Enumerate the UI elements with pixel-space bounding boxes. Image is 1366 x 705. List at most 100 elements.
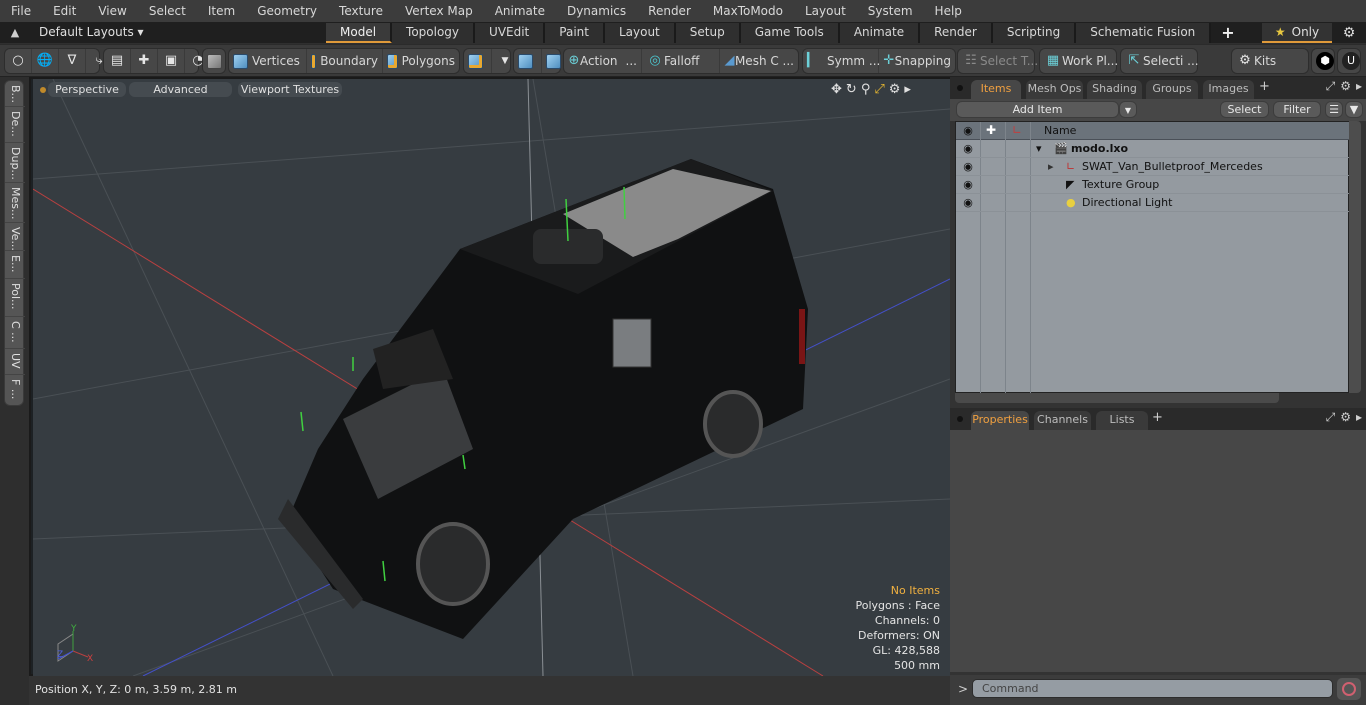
work-plane-button[interactable]: ▦ Work Pl... xyxy=(1040,49,1122,73)
tab-layout[interactable]: Layout xyxy=(604,23,676,43)
tab-model[interactable]: Model xyxy=(326,23,393,43)
tool-tab-mesh-edit[interactable]: Mes... xyxy=(5,183,25,223)
viewport-gear-icon[interactable]: ⚙ xyxy=(889,82,901,97)
menu-select[interactable]: Select xyxy=(138,0,197,22)
viewport-canvas[interactable]: Y X Z Perspective Advanced Viewport Text… xyxy=(33,79,950,676)
tool-tab-curve[interactable]: C ... xyxy=(5,317,25,349)
expand-panel-icon[interactable]: ⤢ xyxy=(1326,79,1336,94)
visibility-eye-icon[interactable]: ◉ xyxy=(960,142,976,156)
name-column-header[interactable]: Name xyxy=(1044,124,1076,137)
menu-vertex-map[interactable]: Vertex Map xyxy=(394,0,484,22)
add-item-dropdown[interactable]: ▼ xyxy=(1119,101,1137,118)
funnel-filter-button[interactable]: ▼ xyxy=(1345,101,1363,118)
menu-layout[interactable]: Layout xyxy=(794,0,857,22)
globe-button[interactable]: 🌐 xyxy=(32,49,59,73)
align-button[interactable]: ▤ xyxy=(104,49,131,73)
menu-geometry[interactable]: Geometry xyxy=(246,0,328,22)
square-circle-button[interactable]: ▣ xyxy=(158,49,185,73)
panel-gear-icon[interactable]: ⚙ xyxy=(1340,79,1351,94)
pan-icon[interactable]: ✥ xyxy=(831,82,842,97)
boundary-button[interactable]: Boundary xyxy=(307,49,383,73)
menu-animate[interactable]: Animate xyxy=(484,0,556,22)
tab-properties[interactable]: Properties xyxy=(971,411,1029,430)
tool-tab-deform[interactable]: De... xyxy=(5,107,25,143)
3d-viewport[interactable]: Y X Z Perspective Advanced Viewport Text… xyxy=(29,77,950,676)
unreal-button[interactable]: U xyxy=(1338,49,1364,73)
panel-gear-icon[interactable]: ⚙ xyxy=(1340,410,1351,425)
maximize-icon[interactable]: ⤢ xyxy=(874,82,884,97)
tab-animate[interactable]: Animate xyxy=(839,23,921,43)
symmetry-button[interactable]: ▎ Symm ... xyxy=(803,49,880,73)
tab-scripting[interactable]: Scripting xyxy=(992,23,1077,43)
material-mode-button[interactable] xyxy=(464,49,492,73)
viewport-textures-button[interactable]: Viewport Textures xyxy=(238,82,342,97)
item-row-texture-group[interactable]: ◉ ◤ Texture Group xyxy=(956,176,1350,194)
tab-images[interactable]: Images xyxy=(1203,80,1254,99)
items-vertical-scrollbar[interactable] xyxy=(1349,121,1361,393)
visibility-eye-icon[interactable]: ◉ xyxy=(960,178,976,192)
select-button[interactable]: Select xyxy=(1220,101,1269,118)
van-model[interactable] xyxy=(278,159,808,639)
vertices-button[interactable]: Vertices xyxy=(229,49,307,73)
add-properties-tab-button[interactable]: + xyxy=(1152,410,1163,425)
unity-button[interactable]: ⬢ xyxy=(1312,49,1338,73)
command-input[interactable] xyxy=(972,679,1333,698)
view-mode-button[interactable]: Perspective xyxy=(48,82,126,97)
visibility-eye-icon[interactable]: ◉ xyxy=(960,196,976,210)
panel-arrow-icon[interactable]: ▸ xyxy=(1356,410,1362,425)
layout-settings-gear-icon[interactable]: ⚙ xyxy=(1340,24,1358,42)
tool-tab-basic[interactable]: B... xyxy=(5,81,25,107)
falloff-button[interactable]: ◎ Falloff xyxy=(642,49,720,73)
add-panel-tab-button[interactable]: + xyxy=(1259,79,1270,94)
collapse-up-icon[interactable]: ▲ xyxy=(8,26,22,40)
tab-items[interactable]: Items xyxy=(971,80,1021,99)
viewport-expand-arrow-icon[interactable]: ▸ xyxy=(904,82,911,97)
panel-menu-dot-icon[interactable] xyxy=(957,85,963,91)
menu-edit[interactable]: Edit xyxy=(42,0,87,22)
tool-tab-edge[interactable]: E... xyxy=(5,251,25,279)
tab-uvedit[interactable]: UVEdit xyxy=(475,23,546,43)
expand-arrow-icon[interactable]: ▸ xyxy=(1048,160,1054,173)
tab-game-tools[interactable]: Game Tools xyxy=(740,23,840,43)
expand-panel-icon[interactable]: ⤢ xyxy=(1326,410,1336,425)
visibility-eye-icon[interactable]: ◉ xyxy=(960,160,976,174)
visibility-column-eye-icon[interactable]: ◉ xyxy=(960,124,976,138)
polygons-button[interactable]: Polygons xyxy=(383,49,459,73)
add-layout-tab-button[interactable]: + xyxy=(1211,23,1244,44)
kits-button[interactable]: ⚙ Kits xyxy=(1232,49,1280,73)
menu-render[interactable]: Render xyxy=(637,0,702,22)
lock-column-icon[interactable]: ✚ xyxy=(986,123,996,137)
list-options-button[interactable]: ☰ xyxy=(1325,101,1343,118)
tab-schematic-fusion[interactable]: Schematic Fusion xyxy=(1076,23,1212,43)
items-mode-button[interactable] xyxy=(203,49,230,73)
select-through-button[interactable]: ☷ Select T... xyxy=(958,49,1042,73)
menu-texture[interactable]: Texture xyxy=(328,0,394,22)
tool-tab-fusion[interactable]: F ... xyxy=(5,375,25,405)
pen-button[interactable]: ∇ xyxy=(59,49,86,73)
panel-arrow-icon[interactable]: ▸ xyxy=(1356,79,1362,94)
mesh-constraints-button[interactable]: ◢ Mesh C ... xyxy=(720,49,798,73)
filter-button[interactable]: Filter xyxy=(1273,101,1321,118)
menu-file[interactable]: File xyxy=(0,0,42,22)
tool-tab-uv[interactable]: UV xyxy=(5,349,25,375)
menu-help[interactable]: Help xyxy=(924,0,973,22)
action-center-button[interactable] xyxy=(514,49,542,73)
tab-setup[interactable]: Setup xyxy=(675,23,741,43)
tab-groups[interactable]: Groups xyxy=(1146,80,1198,99)
item-row-scene[interactable]: ◉ ▾ 🎬 modo.lxo xyxy=(956,140,1350,158)
tab-shading[interactable]: Shading xyxy=(1087,80,1142,99)
tool-tab-polygon[interactable]: Pol... xyxy=(5,279,25,317)
item-row-mesh[interactable]: ◉ ▸ ∟ SWAT_Van_Bulletproof_Mercedes xyxy=(956,158,1350,176)
orbit-icon[interactable]: ↻ xyxy=(846,82,857,97)
record-macro-button[interactable] xyxy=(1337,678,1361,700)
items-horizontal-scrollbar[interactable] xyxy=(955,393,1279,403)
tab-channels[interactable]: Channels xyxy=(1034,411,1091,430)
selection-sets-button[interactable]: ⇱ Selecti ... xyxy=(1121,49,1203,73)
tab-render[interactable]: Render xyxy=(920,23,993,43)
tab-topology[interactable]: Topology xyxy=(392,23,476,43)
only-toggle[interactable]: ★ Only xyxy=(1262,23,1332,43)
menu-dynamics[interactable]: Dynamics xyxy=(556,0,637,22)
item-row-directional-light[interactable]: ◉ ● Directional Light xyxy=(956,194,1350,212)
tab-mesh-ops[interactable]: Mesh Ops xyxy=(1026,80,1083,99)
add-item-button[interactable]: Add Item xyxy=(956,101,1119,118)
